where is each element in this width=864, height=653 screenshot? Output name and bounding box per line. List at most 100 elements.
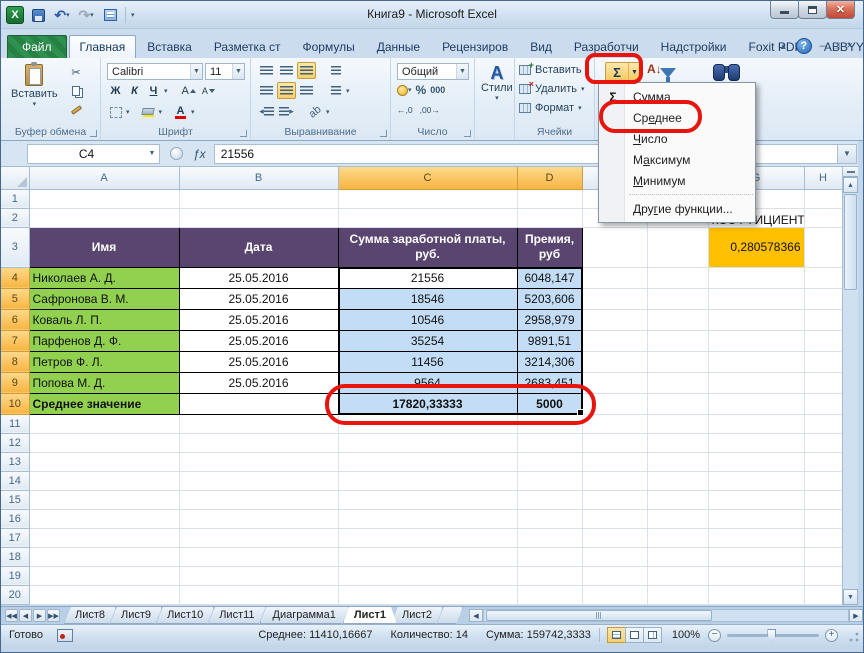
cell[interactable] (582, 267, 647, 288)
cell[interactable] (582, 509, 647, 528)
cell[interactable] (647, 490, 708, 509)
fill-color-button[interactable] (140, 104, 157, 120)
cell[interactable] (804, 351, 842, 372)
tab-formulas[interactable]: Формулы (292, 35, 366, 58)
cell[interactable] (582, 372, 647, 393)
dialog-launcher-icon[interactable] (240, 130, 247, 137)
cell[interactable] (29, 528, 179, 547)
cell[interactable] (804, 547, 842, 566)
workbook-window-controls[interactable]: – □ × (820, 40, 855, 52)
cell[interactable] (647, 372, 708, 393)
cell[interactable] (582, 351, 647, 372)
scroll-left-button[interactable]: ◀ (469, 609, 483, 622)
cell[interactable] (708, 585, 804, 604)
undo-button[interactable]: ↶▾ (52, 5, 72, 25)
cell-bonus[interactable]: 2683,451 (517, 372, 582, 393)
cell-header-date[interactable]: Дата (179, 227, 338, 267)
underline-dropdown-icon[interactable]: ▾ (164, 87, 168, 95)
cell[interactable] (517, 452, 582, 471)
cell[interactable] (708, 330, 804, 351)
sheet-tab-list11[interactable]: Лист11 (208, 607, 265, 624)
cell[interactable] (29, 471, 179, 490)
cell[interactable] (804, 208, 842, 227)
row-header[interactable]: 19 (1, 566, 29, 585)
format-cells-button[interactable]: Формат▾ (515, 98, 594, 117)
cell[interactable] (179, 547, 338, 566)
decrease-decimal-button[interactable]: ,00→ (420, 105, 440, 115)
row-header[interactable]: 15 (1, 490, 29, 509)
cell[interactable] (708, 471, 804, 490)
cell[interactable] (582, 547, 647, 566)
row-header[interactable]: 16 (1, 509, 29, 528)
cell-average-label[interactable]: Среднее значение (29, 393, 179, 414)
dialog-launcher-icon[interactable] (90, 130, 97, 137)
row-header[interactable]: 7 (1, 330, 29, 351)
cell[interactable] (647, 393, 708, 414)
font-size-combo[interactable]: 11▼ (205, 63, 245, 80)
cell[interactable] (179, 566, 338, 585)
cell[interactable] (338, 414, 517, 433)
cell-date[interactable]: 25.05.2016 (179, 309, 338, 330)
vertical-scrollbar[interactable]: ▲ ▼ (842, 167, 858, 605)
row-header[interactable]: 3 (1, 227, 29, 267)
cell[interactable] (179, 189, 338, 208)
column-header-b[interactable]: B (179, 167, 338, 189)
zoom-level[interactable]: 100% (672, 629, 700, 641)
cell[interactable] (708, 267, 804, 288)
comma-style-button[interactable]: 000 (430, 85, 445, 95)
row-header[interactable]: 10 (1, 393, 29, 414)
align-left-button[interactable] (257, 82, 276, 99)
decrease-indent-button[interactable]: ◂ (257, 103, 276, 120)
cell[interactable] (517, 414, 582, 433)
sheet-tab-list10[interactable]: Лист10 (156, 607, 214, 624)
orientation-button[interactable]: ab (306, 103, 325, 120)
borders-button[interactable] (107, 104, 124, 120)
cell[interactable] (647, 452, 708, 471)
cell-name[interactable]: Николаев А. Д. (29, 267, 179, 288)
cell-bonus[interactable]: 3214,306 (517, 351, 582, 372)
minimize-button[interactable] (770, 1, 799, 19)
cell[interactable] (517, 471, 582, 490)
cell[interactable] (338, 528, 517, 547)
cell-header-salary[interactable]: Сумма заработной платы, руб. (338, 227, 517, 267)
cell-name[interactable]: Коваль Л. П. (29, 309, 179, 330)
name-box[interactable]: C4 ▼ (27, 144, 160, 164)
cell[interactable] (338, 547, 517, 566)
prev-sheet-button[interactable]: ◀ (19, 609, 32, 622)
cell[interactable] (708, 351, 804, 372)
paste-button[interactable]: Вставить ▾ (11, 64, 58, 108)
cell[interactable] (582, 585, 647, 604)
cell[interactable] (582, 414, 647, 433)
tab-home[interactable]: Главная (69, 35, 137, 58)
cell-date[interactable]: 25.05.2016 (179, 330, 338, 351)
cell[interactable] (517, 490, 582, 509)
cell[interactable] (29, 452, 179, 471)
cell-header-name[interactable]: Имя (29, 227, 179, 267)
cell-header-bonus[interactable]: Премия, руб (517, 227, 582, 267)
cell-salary[interactable]: 9564 (338, 372, 517, 393)
cell[interactable] (804, 372, 842, 393)
align-center-button[interactable] (277, 82, 296, 99)
cell[interactable] (647, 267, 708, 288)
cell[interactable] (647, 227, 708, 267)
cell-salary[interactable]: 10546 (338, 309, 517, 330)
cell[interactable] (179, 490, 338, 509)
cell[interactable] (179, 208, 338, 227)
menu-item-more-functions[interactable]: Другие функции... (599, 198, 755, 219)
cell-date[interactable]: 25.05.2016 (179, 351, 338, 372)
align-top-button[interactable] (257, 62, 276, 79)
cell[interactable] (582, 227, 647, 267)
scroll-up-button[interactable]: ▲ (843, 177, 858, 193)
row-header[interactable]: 11 (1, 414, 29, 433)
vertical-scroll-thumb[interactable] (844, 194, 857, 290)
font-color-button[interactable]: А (172, 104, 189, 120)
first-sheet-button[interactable]: ◀◀ (5, 609, 18, 622)
column-header-d[interactable]: D (517, 167, 582, 189)
insert-cells-button[interactable]: Вставить▾ (515, 60, 594, 79)
active-cell[interactable]: 21556 (338, 267, 517, 288)
cell[interactable] (582, 330, 647, 351)
wrap-text-button[interactable] (326, 62, 345, 79)
cell[interactable] (29, 566, 179, 585)
excel-app-icon[interactable]: X (6, 6, 24, 24)
sheet-tab-list8[interactable]: Лист8 (64, 607, 116, 624)
